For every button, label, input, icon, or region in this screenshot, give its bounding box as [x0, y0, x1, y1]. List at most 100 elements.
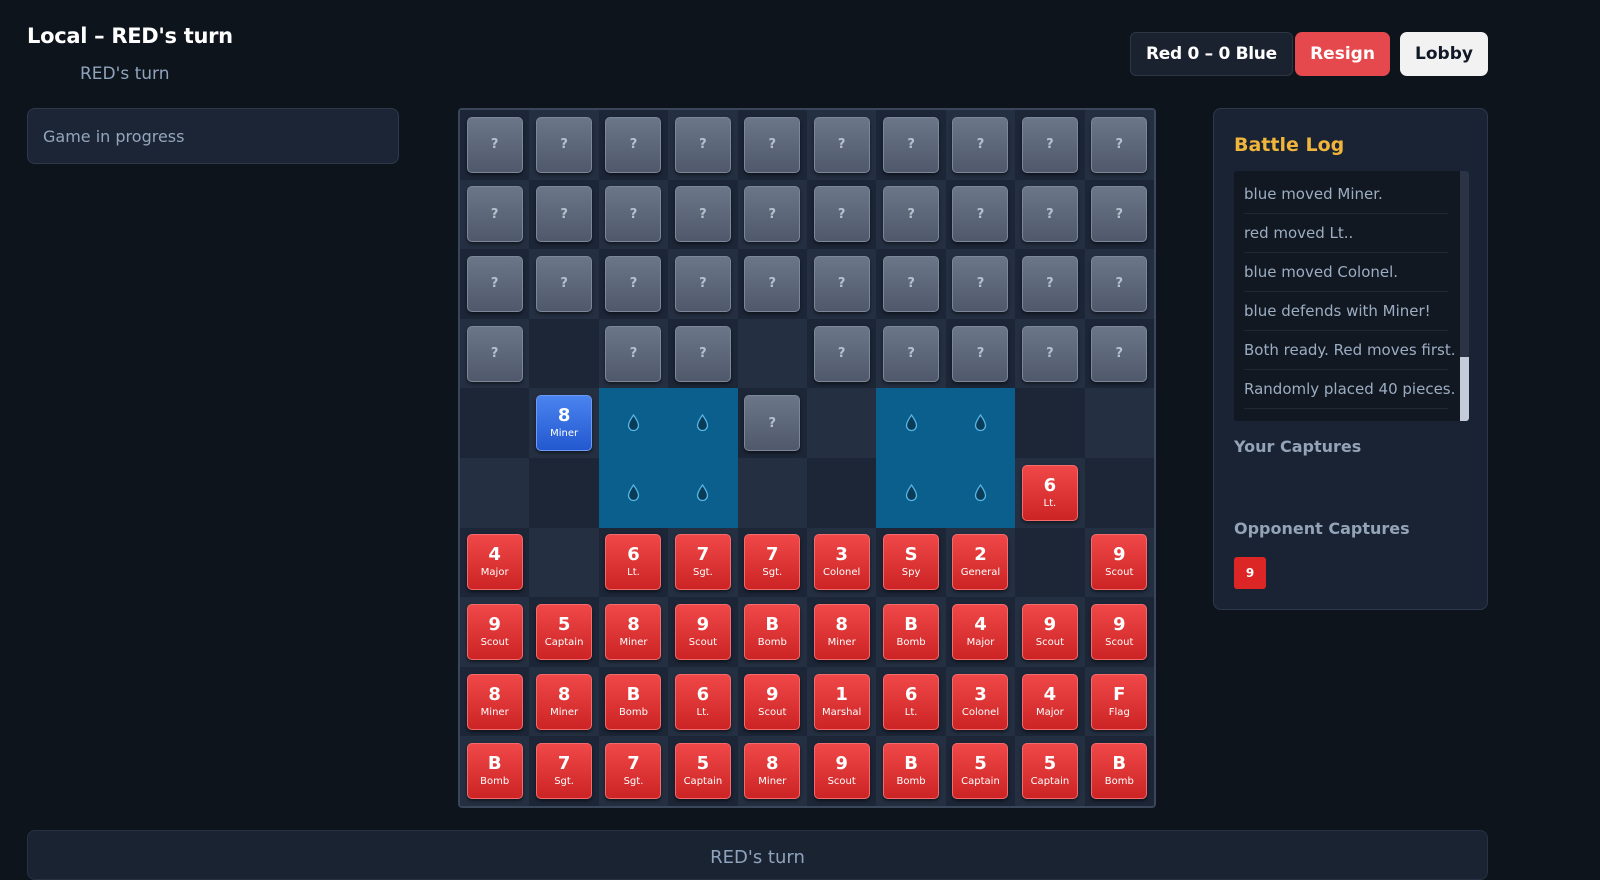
hidden-piece[interactable]: ? [1091, 325, 1148, 382]
board-cell[interactable] [1015, 527, 1085, 598]
red-piece[interactable]: 8 Miner [605, 603, 662, 660]
board-cell[interactable]: ? [945, 110, 1016, 180]
board-cell[interactable]: ? [1084, 110, 1154, 180]
hidden-piece[interactable]: ? [674, 325, 731, 382]
hidden-piece[interactable]: ? [952, 325, 1009, 382]
hidden-piece[interactable]: ? [605, 325, 662, 382]
board-cell[interactable]: 6 Lt. [598, 527, 669, 598]
hidden-piece[interactable]: ? [744, 116, 801, 173]
board-cell[interactable]: B Bomb [1084, 736, 1154, 806]
board-cell[interactable]: ? [1015, 179, 1085, 250]
board-cell[interactable]: 9 Scout [807, 736, 877, 806]
red-piece[interactable]: 3 Colonel [813, 534, 870, 591]
hidden-piece[interactable]: ? [605, 186, 662, 243]
board-cell[interactable]: 8 Miner [529, 666, 599, 737]
hidden-piece[interactable]: ? [674, 116, 731, 173]
red-piece[interactable]: 7 Sgt. [605, 743, 662, 800]
hidden-piece[interactable]: ? [952, 116, 1009, 173]
board-cell[interactable]: 8 Miner [598, 597, 669, 667]
board-cell[interactable] [529, 527, 599, 598]
red-piece[interactable]: 5 Captain [674, 743, 731, 800]
blue-piece[interactable]: 8 Miner [536, 395, 593, 452]
log-scrollbar[interactable] [1460, 171, 1469, 421]
red-piece[interactable]: 9 Scout [674, 603, 731, 660]
hidden-piece[interactable]: ? [883, 255, 940, 312]
board-cell[interactable]: ? [945, 318, 1016, 389]
board-cell[interactable]: 9 Scout [1015, 597, 1085, 667]
board-cell[interactable]: ? [668, 249, 738, 319]
board-cell[interactable]: ? [598, 110, 669, 180]
hidden-piece[interactable]: ? [536, 255, 593, 312]
red-piece[interactable]: 3 Colonel [952, 673, 1009, 730]
board-cell[interactable]: ? [1084, 179, 1154, 250]
hidden-piece[interactable]: ? [605, 116, 662, 173]
red-piece[interactable]: 8 Miner [536, 673, 593, 730]
board-cell[interactable]: ? [945, 249, 1016, 319]
hidden-piece[interactable]: ? [605, 255, 662, 312]
hidden-piece[interactable]: ? [1021, 116, 1078, 173]
hidden-piece[interactable]: ? [466, 186, 523, 243]
board-cell[interactable]: ? [460, 318, 530, 389]
board-cell[interactable]: ? [807, 318, 877, 389]
hidden-piece[interactable]: ? [466, 255, 523, 312]
board-cell[interactable]: ? [876, 318, 946, 389]
red-piece[interactable]: 9 Scout [1021, 603, 1078, 660]
board-cell[interactable]: ? [807, 179, 877, 250]
hidden-piece[interactable]: ? [813, 116, 870, 173]
board-cell[interactable]: 9 Scout [1084, 597, 1154, 667]
red-piece[interactable]: 9 Scout [1091, 534, 1148, 591]
board-cell[interactable] [460, 457, 530, 528]
board-cell[interactable]: 6 Lt. [876, 666, 946, 737]
red-piece[interactable]: 9 Scout [744, 673, 801, 730]
board-cell[interactable]: ? [737, 388, 807, 458]
board-cell[interactable] [1015, 388, 1085, 458]
red-piece[interactable]: 5 Captain [1021, 743, 1078, 800]
hidden-piece[interactable]: ? [883, 325, 940, 382]
red-piece[interactable]: 9 Scout [1091, 603, 1148, 660]
hidden-piece[interactable]: ? [536, 186, 593, 243]
board-cell[interactable]: B Bomb [737, 597, 807, 667]
board-cell[interactable]: ? [529, 110, 599, 180]
board-cell[interactable]: ? [1084, 318, 1154, 389]
red-piece[interactable]: B Bomb [883, 603, 940, 660]
battle-log-list[interactable]: blue moved Miner. red moved Lt.. blue mo… [1234, 171, 1469, 421]
board-cell[interactable]: 7 Sgt. [529, 736, 599, 806]
board-cell[interactable]: ? [945, 179, 1016, 250]
red-piece[interactable]: 8 Miner [813, 603, 870, 660]
hidden-piece[interactable]: ? [466, 116, 523, 173]
board-cell[interactable]: ? [737, 110, 807, 180]
red-piece[interactable]: 6 Lt. [674, 673, 731, 730]
hidden-piece[interactable]: ? [536, 116, 593, 173]
hidden-piece[interactable]: ? [1091, 255, 1148, 312]
board-cell[interactable]: ? [668, 179, 738, 250]
board-cell[interactable]: 8 Miner [460, 666, 530, 737]
red-piece[interactable]: B Bomb [1091, 743, 1148, 800]
hidden-piece[interactable]: ? [813, 255, 870, 312]
board-cell[interactable]: S Spy [876, 527, 946, 598]
hidden-piece[interactable]: ? [952, 186, 1009, 243]
board-cell[interactable] [1084, 388, 1154, 458]
board-cell[interactable]: 2 General [945, 527, 1016, 598]
board-cell[interactable]: ? [460, 249, 530, 319]
board-cell[interactable]: 5 Captain [668, 736, 738, 806]
board-cell[interactable]: 5 Captain [529, 597, 599, 667]
hidden-piece[interactable]: ? [466, 325, 523, 382]
board-cell[interactable]: ? [529, 179, 599, 250]
board-cell[interactable]: 8 Miner [807, 597, 877, 667]
board-cell[interactable]: ? [876, 249, 946, 319]
board-cell[interactable]: ? [876, 110, 946, 180]
red-piece[interactable]: B Bomb [744, 603, 801, 660]
board-cell[interactable]: 9 Scout [460, 597, 530, 667]
board-cell[interactable]: ? [668, 110, 738, 180]
resign-button[interactable]: Resign [1295, 32, 1390, 76]
hidden-piece[interactable]: ? [744, 255, 801, 312]
red-piece[interactable]: 9 Scout [466, 603, 523, 660]
hidden-piece[interactable]: ? [1091, 116, 1148, 173]
board-cell[interactable]: 8 Miner [529, 388, 599, 458]
red-piece[interactable]: S Spy [883, 534, 940, 591]
board-cell[interactable]: 9 Scout [1084, 527, 1154, 598]
board-cell[interactable]: 4 Major [1015, 666, 1085, 737]
board-cell[interactable]: 3 Colonel [945, 666, 1016, 737]
board-cell[interactable]: ? [529, 249, 599, 319]
red-piece[interactable]: 5 Captain [536, 603, 593, 660]
